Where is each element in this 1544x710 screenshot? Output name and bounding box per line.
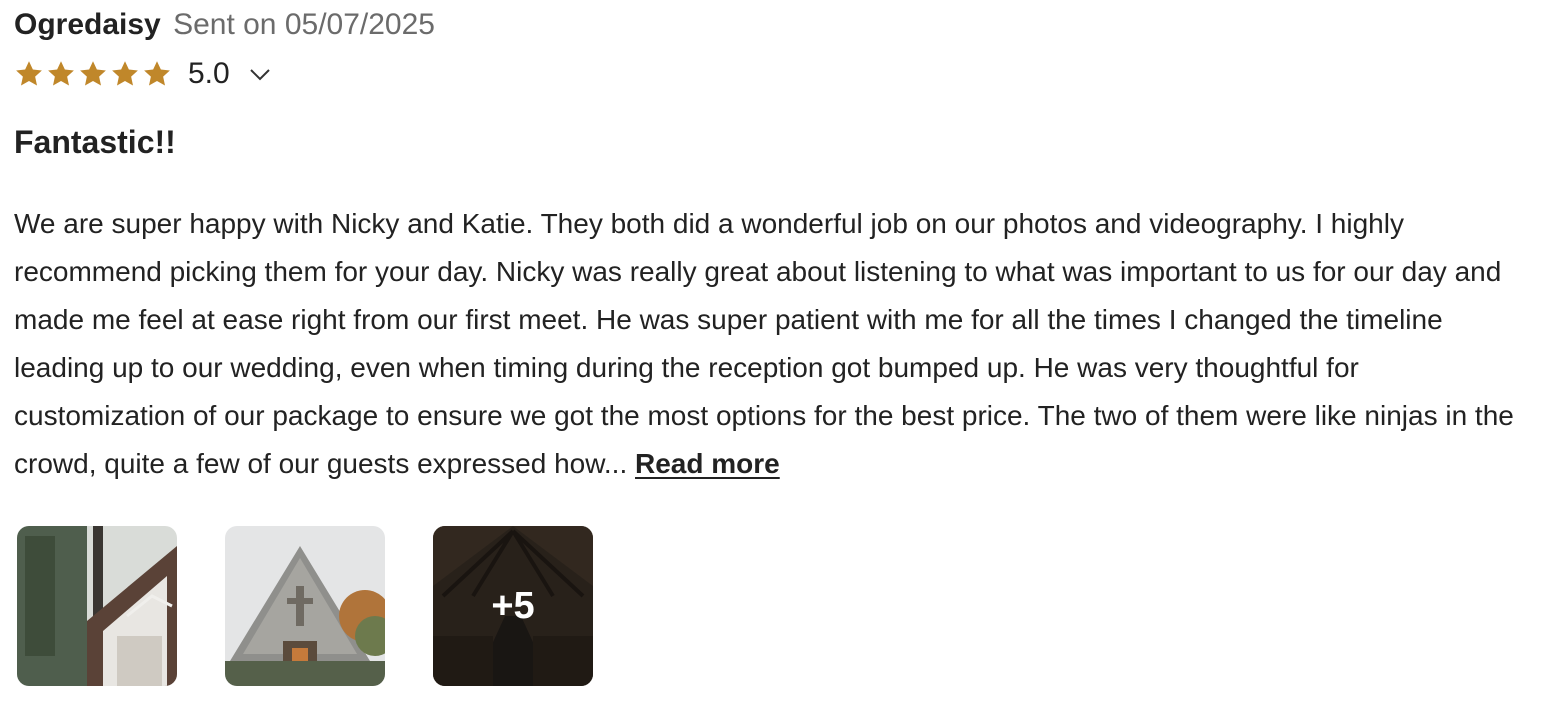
photo-thumbnail[interactable] xyxy=(225,526,385,686)
chevron-down-icon[interactable] xyxy=(248,62,272,86)
photo-image xyxy=(17,526,177,686)
star-icon xyxy=(112,61,138,86)
photo-image xyxy=(225,526,385,686)
star-icon xyxy=(144,61,170,86)
review-header: Ogredaisy Sent on 05/07/2025 xyxy=(14,6,435,44)
star-icon xyxy=(80,61,106,86)
review-title: Fantastic!! xyxy=(14,124,176,160)
read-more-link[interactable]: Read more xyxy=(635,448,780,479)
review-photos: +5 xyxy=(17,526,593,686)
star-icon xyxy=(48,61,74,86)
photo-thumbnail[interactable] xyxy=(17,526,177,686)
more-photos-count: +5 xyxy=(433,526,593,686)
photo-thumbnail-more[interactable]: +5 xyxy=(433,526,593,686)
review-body: We are super happy with Nicky and Katie.… xyxy=(14,200,1534,488)
rating-row: 5.0 xyxy=(14,56,272,92)
star-rating xyxy=(14,59,174,89)
review-sent-date: Sent on 05/07/2025 xyxy=(173,8,435,41)
rating-value: 5.0 xyxy=(188,57,230,90)
review-author: Ogredaisy xyxy=(14,8,161,41)
star-icon xyxy=(16,61,42,86)
review-body-text: We are super happy with Nicky and Katie.… xyxy=(14,208,1514,479)
